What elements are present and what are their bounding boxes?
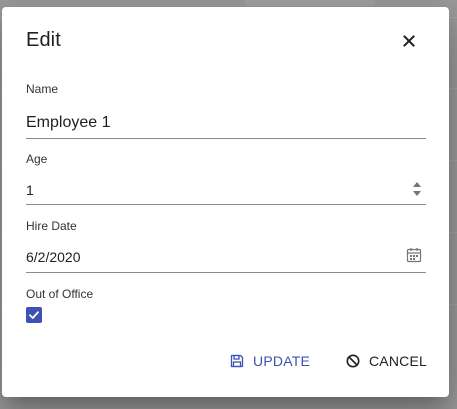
dialog-actions: UPDATE CANCEL [230,353,427,369]
hire-date-input[interactable] [26,242,426,273]
edit-dialog: Edit Name Age Hire Date [2,7,449,397]
update-label: UPDATE [253,353,310,369]
age-input[interactable] [26,175,426,205]
checkmark-icon [29,311,39,319]
cancel-button[interactable]: CANCEL [346,353,427,369]
age-label: Age [26,152,48,166]
dialog-title: Edit [26,29,61,51]
save-icon [230,354,244,368]
cancel-label: CANCEL [369,353,427,369]
out-of-office-checkbox[interactable] [26,307,42,323]
close-button[interactable] [399,31,419,51]
backdrop-header [245,0,375,6]
name-input[interactable] [26,108,426,139]
number-spinner-icon[interactable] [412,179,422,199]
close-icon [403,35,415,47]
hire-date-label: Hire Date [26,219,77,233]
calendar-icon[interactable] [406,247,422,263]
name-label: Name [26,82,59,96]
update-button[interactable]: UPDATE [230,353,310,369]
cancel-icon [346,354,360,368]
out-of-office-label: Out of Office [26,287,94,301]
